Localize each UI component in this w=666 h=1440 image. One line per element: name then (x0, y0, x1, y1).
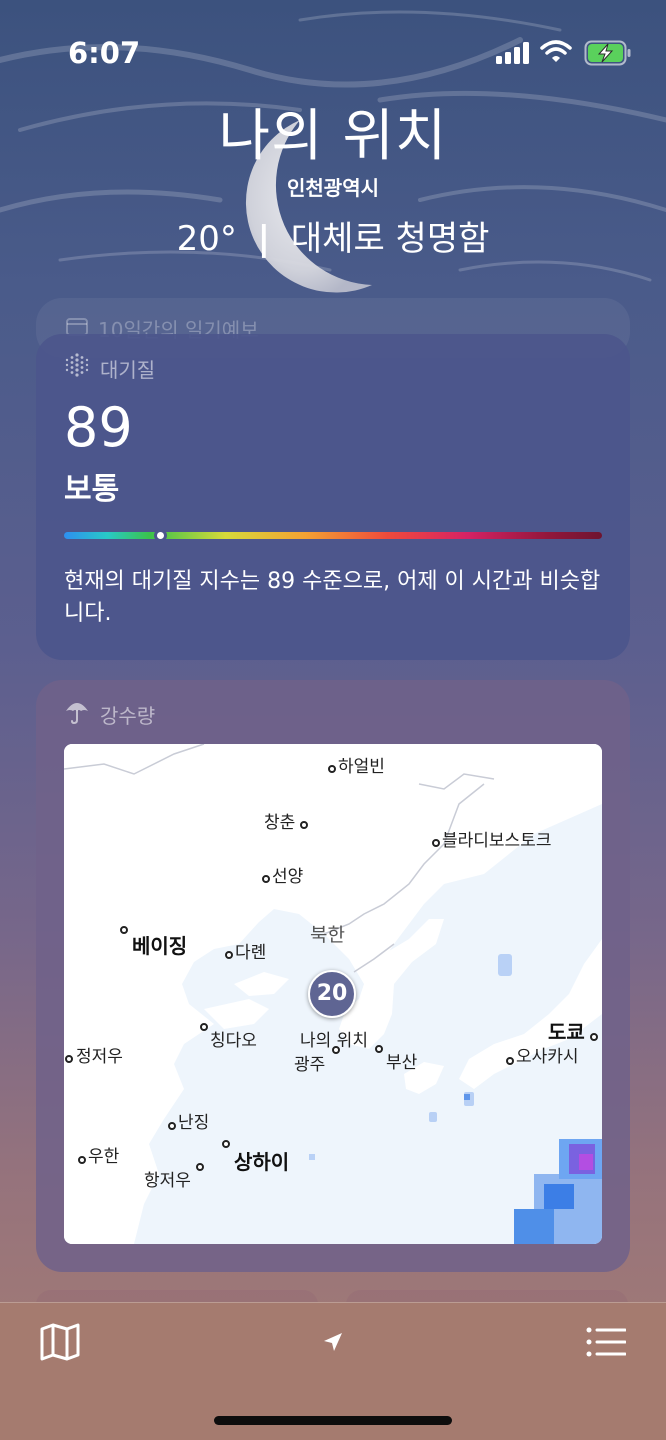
precipitation-map[interactable]: 하얼빈 창춘 블라디보스토크 선양 베이징 다롄 북한 20 칭다오 나의 위치… (64, 744, 602, 1244)
air-quality-label: 대기질 (100, 358, 156, 382)
map-icon[interactable] (40, 1323, 80, 1361)
rain-radar-cluster (464, 1094, 602, 1244)
map-city-dot (300, 821, 308, 829)
map-city-beijing[interactable]: 베이징 (132, 930, 187, 959)
air-quality-description: 현재의 대기질 지수는 89 수준으로, 어제 이 시간과 비슷합니다. (64, 569, 601, 626)
map-city-busan[interactable]: 부산 (386, 1048, 417, 1073)
location-arrow-icon[interactable] (322, 1331, 344, 1353)
map-city-osaka[interactable]: 오사카시 (516, 1042, 579, 1067)
map-city-dot (375, 1045, 383, 1053)
map-city-tokyo[interactable]: 도쿄 (548, 1016, 585, 1045)
wifi-icon (540, 40, 572, 62)
air-quality-icon (65, 353, 89, 377)
condition-text: 대체로 청명함 (290, 219, 490, 259)
map-city-vladivostok[interactable]: 블라디보스토크 (442, 826, 551, 851)
air-quality-scale-bar (64, 529, 602, 542)
map-city-gwangju[interactable]: 광주 (294, 1050, 325, 1075)
map-city-dot (262, 875, 270, 883)
calendar-icon (66, 318, 88, 336)
map-city-dot (432, 839, 440, 847)
precipitation-card[interactable]: 강수량 하얼빈 창춘 블라디보스토크 선양 베이징 다롄 북한 20 칭다오 나… (36, 680, 630, 1272)
current-temperature: 20° (176, 219, 237, 259)
map-city-zhengzhou[interactable]: 정저우 (76, 1042, 123, 1067)
air-quality-level: 보통 (64, 472, 120, 507)
map-city-changchun[interactable]: 창춘 (264, 808, 295, 833)
map-city-shanghai[interactable]: 상하이 (234, 1146, 289, 1175)
map-city-dot (196, 1163, 204, 1171)
map-city-dot (200, 1023, 208, 1031)
map-city-dot (332, 1046, 340, 1054)
map-city-dot (65, 1055, 73, 1063)
air-quality-card[interactable]: 대기질 89 보통 현재의 대기질 지수는 89 수준으로, 어제 이 시간과 … (36, 334, 630, 660)
map-city-dot (506, 1057, 514, 1065)
current-location-temp-pin[interactable]: 20 (308, 970, 356, 1018)
map-city-qingdao[interactable]: 칭다오 (210, 1026, 257, 1051)
precipitation-label: 강수량 (100, 704, 156, 728)
current-conditions: 20° | 대체로 청명함 (0, 211, 666, 260)
list-icon[interactable] (586, 1327, 626, 1357)
map-city-harbin[interactable]: 하얼빈 (338, 752, 385, 777)
air-quality-marker (154, 529, 168, 542)
map-city-wuhan[interactable]: 우한 (88, 1142, 119, 1167)
home-indicator[interactable] (214, 1416, 452, 1425)
map-city-dot (328, 765, 336, 773)
separator: | (257, 219, 271, 259)
map-city-dot (590, 1033, 598, 1041)
map-city-dalian[interactable]: 다롄 (235, 938, 266, 963)
status-time: 6:07 (68, 36, 141, 70)
location-title: 나의 위치 (218, 104, 448, 169)
location-header: 나의 위치 인천광역시 20° | 대체로 청명함 (0, 100, 666, 260)
map-city-dot (222, 1140, 230, 1148)
map-city-nanjing[interactable]: 난징 (178, 1108, 209, 1133)
signal-icon (496, 42, 529, 64)
map-city-dot (120, 926, 128, 934)
map-city-dot (168, 1122, 176, 1130)
map-city-dot (78, 1156, 86, 1164)
battery-charging-icon (584, 40, 631, 66)
location-subtitle: 인천광역시 (287, 176, 379, 200)
map-city-shenyang[interactable]: 선양 (272, 862, 303, 887)
status-bar: 6:07 (0, 0, 666, 100)
map-country-label: 북한 (310, 924, 345, 946)
air-quality-value: 89 (64, 396, 133, 459)
map-city-hangzhou[interactable]: 항저우 (144, 1166, 191, 1191)
umbrella-icon (66, 703, 88, 725)
map-city-dot (225, 951, 233, 959)
